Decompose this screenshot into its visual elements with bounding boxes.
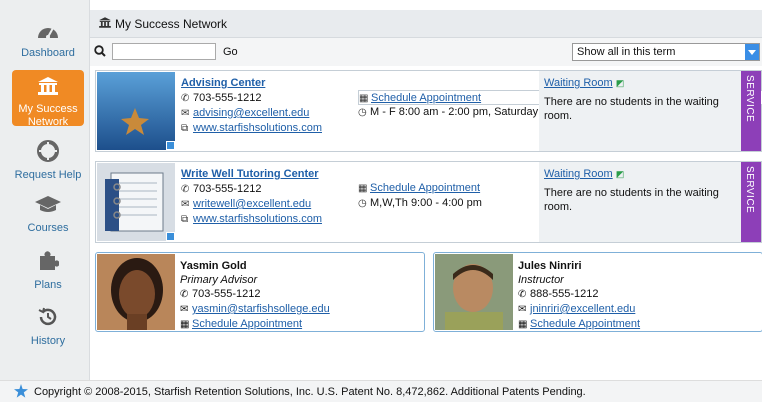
- clock-icon: ◷: [358, 107, 367, 118]
- person-role: Instructor: [518, 274, 564, 286]
- starfish-photo: [97, 72, 175, 150]
- phone-icon: ✆: [181, 93, 190, 104]
- chevron-down-icon[interactable]: [745, 44, 759, 60]
- waiting-room-link[interactable]: Waiting Room: [544, 77, 613, 89]
- nav-history-label: History: [30, 335, 66, 347]
- bank-icon: [12, 76, 84, 99]
- external-link-icon: ⧉: [181, 123, 189, 134]
- search-bar: Go Show all in this term: [90, 38, 762, 66]
- nav-request-help-label: Request Help: [14, 169, 82, 181]
- nav-my-success-label-2: Network: [27, 116, 69, 128]
- search-input[interactable]: [112, 43, 216, 60]
- starfish-logo-icon: [14, 384, 28, 401]
- waiting-room-panel: Waiting Room ◩ There are no students in …: [539, 71, 742, 151]
- person-card: Yasmin Gold Primary Advisor ✆ 703-555-121…: [95, 252, 425, 332]
- person-email-link[interactable]: yasmin@starfishsollege.edu: [192, 303, 330, 315]
- clock-icon: ◷: [358, 198, 367, 209]
- service-email-link[interactable]: writewell@excellent.edu: [193, 198, 311, 210]
- waiting-room-status: There are no students in the waiting roo…: [544, 96, 719, 122]
- person-phone: 703-555-1212: [192, 288, 261, 300]
- nav-plans[interactable]: Plans: [12, 250, 84, 292]
- service-card: Advising Center ✆ 703-555-1212 ✉ advising@…: [95, 70, 762, 152]
- binder-photo: [97, 163, 175, 241]
- person-name: Yasmin Gold: [180, 260, 247, 272]
- service-phone: 703-555-1212: [193, 183, 262, 195]
- service-phone: 703-555-1212: [193, 92, 262, 104]
- nav-plans-label: Plans: [34, 279, 62, 291]
- waiting-room-status: There are no students in the waiting roo…: [544, 187, 719, 213]
- gauge-icon: [12, 22, 84, 43]
- service-website-link[interactable]: www.starfishsolutions.com: [193, 213, 322, 225]
- envelope-icon: ✉: [181, 199, 190, 210]
- person-role: Primary Advisor: [180, 274, 258, 286]
- graduation-cap-icon: [12, 195, 84, 218]
- envelope-icon: ✉: [181, 108, 190, 119]
- nav-request-help[interactable]: Request Help: [12, 140, 84, 182]
- service-tag: SERVICE: [741, 162, 761, 242]
- calendar-icon: ▦: [359, 93, 369, 104]
- footer: Copyright © 2008-2015, Starfish Retentio…: [0, 380, 762, 402]
- phone-icon: ✆: [518, 289, 527, 300]
- service-tag-label: SERVICE: [744, 75, 755, 123]
- page-header: My Success Network: [90, 10, 762, 38]
- service-tag: SERVICE: [741, 71, 761, 151]
- search-icon[interactable]: [94, 45, 106, 60]
- schedule-appointment-link[interactable]: Schedule Appointment: [530, 318, 640, 330]
- service-hours: M - F 8:00 am - 2:00 pm, Saturday…: [370, 106, 550, 118]
- nav-courses[interactable]: Courses: [12, 195, 84, 235]
- sidebar: Dashboard My Success Network Request Hel…: [0, 0, 90, 380]
- bank-icon: [98, 16, 112, 32]
- person-phone: 888-555-1212: [530, 288, 599, 300]
- term-filter-value: Show all in this term: [577, 46, 676, 58]
- service-hours: M,W,Th 9:00 - 4:00 pm: [370, 197, 482, 209]
- schedule-appointment-link[interactable]: Schedule Appointment: [370, 182, 480, 194]
- puzzle-icon: [12, 250, 84, 275]
- schedule-appointment-link[interactable]: Schedule Appointment: [371, 92, 481, 104]
- service-tag-label: SERVICE: [744, 166, 755, 214]
- nav-my-success-network[interactable]: My Success Network: [12, 70, 84, 128]
- magnify-icon[interactable]: [166, 232, 175, 241]
- service-card: Write Well Tutoring Center ✆ 703-555-1212…: [95, 161, 762, 243]
- calendar-icon: ▦: [180, 319, 190, 330]
- envelope-icon: ✉: [518, 304, 527, 315]
- lifebuoy-icon: [12, 140, 84, 165]
- service-name-link[interactable]: Advising Center: [181, 77, 322, 89]
- calendar-icon: ▦: [518, 319, 528, 330]
- avatar: [435, 254, 513, 330]
- nav-dashboard-label: Dashboard: [21, 47, 75, 59]
- page-title: My Success Network: [115, 17, 228, 31]
- nav-history[interactable]: History: [12, 306, 84, 348]
- service-name-link[interactable]: Write Well Tutoring Center: [181, 168, 322, 180]
- external-link-icon: ◩: [615, 169, 625, 179]
- schedule-appointment-link[interactable]: Schedule Appointment: [192, 318, 302, 330]
- person-card: Jules Ninriri Instructor ✆ 888-555-1212 ✉…: [433, 252, 762, 332]
- waiting-room-panel: Waiting Room ◩ There are no students in …: [539, 162, 742, 242]
- waiting-room-link[interactable]: Waiting Room: [544, 168, 613, 180]
- envelope-icon: ✉: [180, 304, 189, 315]
- external-link-icon: ◩: [615, 78, 625, 88]
- nav-my-success-label-1: My Success: [18, 103, 78, 115]
- avatar: [97, 254, 175, 330]
- nav-courses-label: Courses: [27, 222, 69, 234]
- phone-icon: ✆: [180, 289, 189, 300]
- person-name: Jules Ninriri: [518, 260, 582, 272]
- calendar-icon: ▦: [358, 183, 368, 194]
- service-email-link[interactable]: advising@excellent.edu: [193, 107, 309, 119]
- magnify-icon[interactable]: [166, 141, 175, 150]
- phone-icon: ✆: [181, 184, 190, 195]
- go-button[interactable]: Go: [223, 46, 238, 58]
- nav-dashboard[interactable]: Dashboard: [12, 22, 84, 60]
- history-icon: [12, 306, 84, 331]
- copyright-text: Copyright © 2008-2015, Starfish Retentio…: [34, 386, 586, 398]
- service-website-link[interactable]: www.starfishsolutions.com: [193, 122, 322, 134]
- external-link-icon: ⧉: [181, 214, 189, 225]
- term-filter-select[interactable]: Show all in this term: [572, 43, 760, 61]
- person-email-link[interactable]: jninriri@excellent.edu: [530, 303, 635, 315]
